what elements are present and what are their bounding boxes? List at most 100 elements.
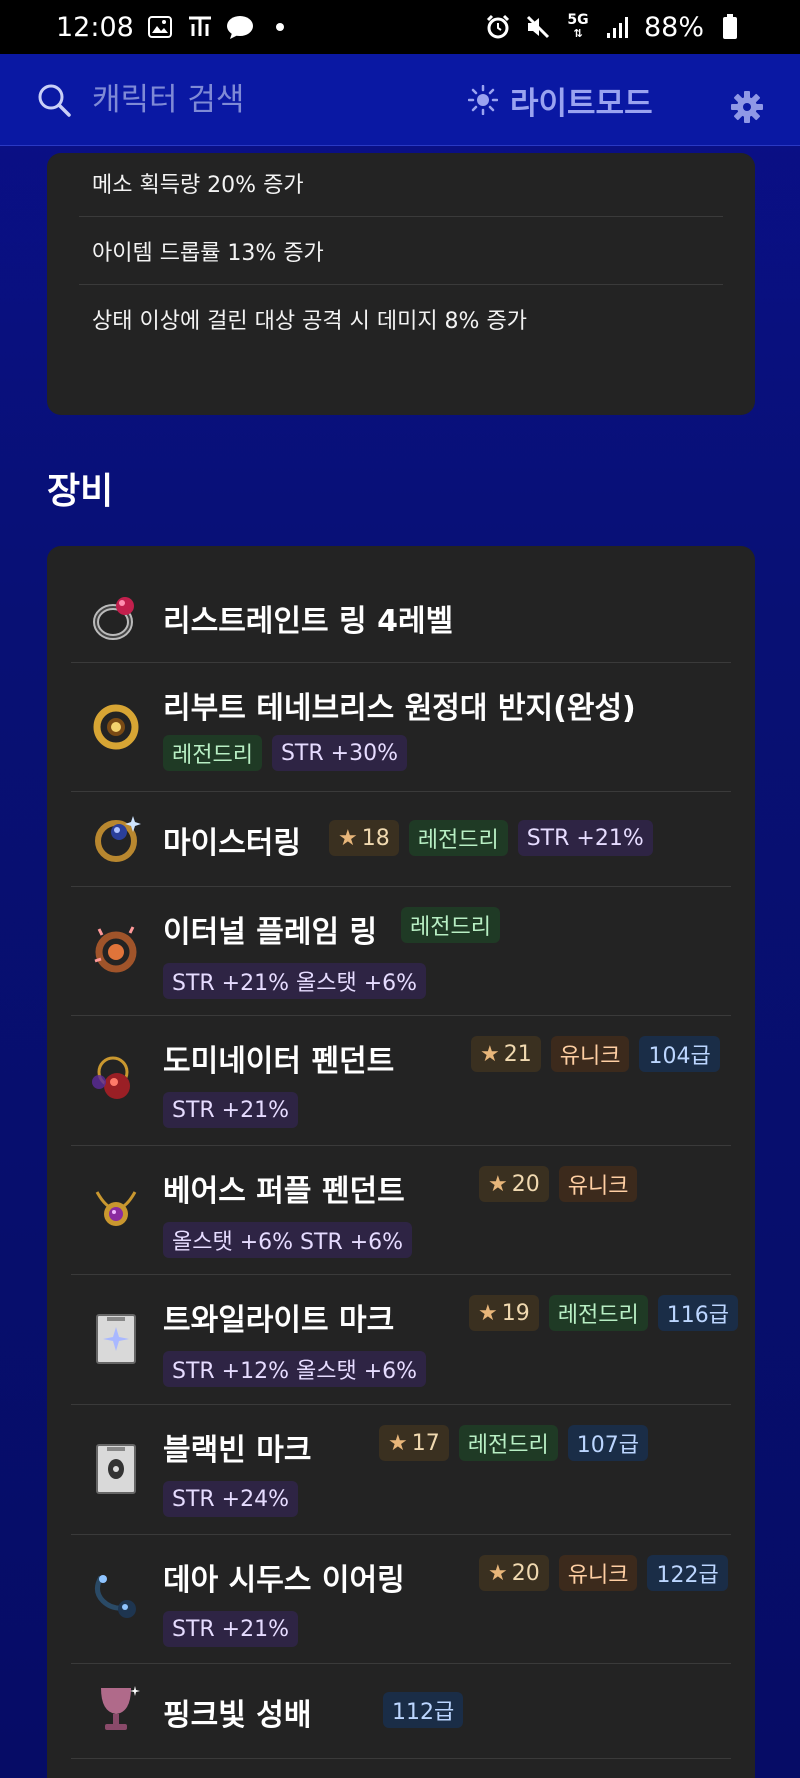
dot-icon bbox=[266, 13, 294, 41]
grade-badge: 레전드리 bbox=[401, 907, 500, 943]
chalice-icon bbox=[101, 1686, 140, 1730]
stat-text: 메소 획득량 20% 증가 bbox=[92, 172, 304, 198]
star-count: 17 bbox=[411, 1430, 440, 1456]
app-bar: 라이트모드 bbox=[0, 54, 800, 146]
item-name: 도미네이터 펜던트 bbox=[163, 1044, 395, 1079]
pendant-icon bbox=[92, 1056, 130, 1099]
star-icon: ★ bbox=[388, 1430, 408, 1456]
equipment-item[interactable]: 블랙빈 마크 ★ 17 레전드리 107급 STR +24% bbox=[71, 1405, 731, 1535]
star-badge: ★ 21 bbox=[471, 1036, 541, 1072]
star-badge: ★ 20 bbox=[479, 1166, 549, 1202]
item-stat-tags: STR +21% bbox=[163, 1611, 299, 1647]
grade-badge: 레전드리 bbox=[458, 1425, 558, 1461]
search-input[interactable] bbox=[92, 74, 422, 126]
gear-icon[interactable] bbox=[730, 90, 764, 124]
item-name: 마이스터링 bbox=[163, 826, 301, 861]
item-name: 리스트레인트 링 4레벨 bbox=[163, 604, 454, 639]
equipment-item[interactable]: 베어스 퍼플 펜던트 ★ 20 유니크 올스탯 +6% STR +6% bbox=[71, 1146, 731, 1275]
stat-text: 아이템 드롭률 13% 증가 bbox=[92, 240, 324, 266]
item-name: 베어스 퍼플 펜던트 bbox=[163, 1174, 405, 1209]
star-badge: ★ 19 bbox=[469, 1295, 539, 1331]
item-tags: ★ 18 레전드리 STR +21% bbox=[329, 820, 653, 856]
item-tags: ★ 21 유니크 104급 bbox=[471, 1036, 720, 1072]
battery-icon bbox=[716, 13, 744, 41]
stat-row: 메소 획득량 20% 증가 bbox=[79, 149, 723, 217]
grade-badge: 유니크 bbox=[550, 1036, 630, 1072]
flame-ring-icon bbox=[94, 926, 137, 973]
item-stat-tags: 올스탯 +6% STR +6% bbox=[163, 1222, 413, 1258]
item-stat-tags: STR +21% 올스탯 +6% bbox=[163, 963, 427, 999]
meister-ring-icon bbox=[95, 816, 141, 862]
star-count: 20 bbox=[511, 1171, 540, 1197]
item-tags: ★ 20 유니크 bbox=[479, 1166, 638, 1202]
signal-icon bbox=[604, 13, 632, 41]
chat-bubble-icon bbox=[226, 13, 254, 41]
item-stat-tags: STR +21% bbox=[163, 1092, 299, 1128]
level-badge: 112급 bbox=[383, 1692, 464, 1728]
item-tags: ★ 20 유니크 122급 bbox=[479, 1555, 728, 1591]
star-icon: ★ bbox=[480, 1041, 500, 1067]
item-name: 블랙빈 마크 bbox=[163, 1433, 312, 1468]
equipment-item[interactable]: 마이스터링 ★ 18 레전드리 STR +21% bbox=[71, 792, 731, 887]
stat-badge: STR +21% bbox=[517, 820, 653, 856]
search-icon[interactable] bbox=[36, 82, 72, 118]
item-name: 이터널 플레임 링 bbox=[163, 915, 378, 950]
equipment-card: 리스트레인트 링 4레벨 리부트 테네브리스 원정대 반지(완성) 레전드리 S… bbox=[47, 546, 755, 1778]
light-mode-toggle[interactable]: 라이트모드 bbox=[468, 76, 653, 124]
equipment-item[interactable]: 도미네이터 펜던트 ★ 21 유니크 104급 STR +21% bbox=[71, 1016, 731, 1146]
grade-badge: 레전드리 bbox=[408, 820, 508, 856]
stat-badge: STR +21% bbox=[163, 1092, 299, 1128]
network-label: 5G bbox=[567, 12, 589, 28]
grade-badge: 레전드리 bbox=[548, 1295, 648, 1331]
item-tags: 레전드리 STR +30% bbox=[163, 735, 407, 771]
level-badge: 116급 bbox=[657, 1295, 738, 1331]
equipment-item[interactable]: 리부트 테네브리스 원정대 반지(완성) 레전드리 STR +30% bbox=[71, 663, 731, 792]
stat-row: 아이템 드롭률 13% 증가 bbox=[79, 217, 723, 285]
set-effect-card: 메소 획득량 20% 증가 아이템 드롭률 13% 증가 상태 이상에 걸린 대… bbox=[47, 153, 755, 415]
stat-row: 상태 이상에 걸린 대상 공격 시 데미지 8% 증가 bbox=[79, 285, 723, 353]
level-badge: 122급 bbox=[647, 1555, 728, 1591]
item-name: 리부트 테네브리스 원정대 반지(완성) bbox=[163, 691, 636, 726]
star-count: 20 bbox=[511, 1560, 540, 1586]
status-bar: 12:08 5G ⇅ 88% bbox=[0, 0, 800, 54]
equipment-item[interactable]: 이터널 플레임 링 레전드리 STR +21% 올스탯 +6% bbox=[71, 887, 731, 1016]
equipment-section-title: 장비 bbox=[47, 471, 114, 512]
earring-icon bbox=[95, 1575, 136, 1618]
item-stat-tags: STR +12% 올스탯 +6% bbox=[163, 1351, 427, 1387]
item-name: 데아 시두스 이어링 bbox=[163, 1563, 405, 1598]
star-icon: ★ bbox=[488, 1560, 508, 1586]
app-t-icon bbox=[186, 13, 214, 41]
stat-badge: 올스탯 +6% STR +6% bbox=[163, 1222, 413, 1258]
equipment-item[interactable]: 핑크빛 성배 112급 bbox=[71, 1664, 731, 1759]
network-5g-icon: 5G ⇅ bbox=[567, 12, 589, 40]
star-icon: ★ bbox=[338, 825, 358, 851]
mark-icon bbox=[96, 1314, 136, 1364]
star-count: 21 bbox=[503, 1041, 532, 1067]
star-icon: ★ bbox=[488, 1171, 508, 1197]
grade-badge: 유니크 bbox=[558, 1166, 638, 1202]
stat-badge: STR +12% 올스탯 +6% bbox=[163, 1351, 427, 1387]
equipment-item[interactable]: 리스트레인트 링 4레벨 bbox=[71, 546, 731, 663]
gallery-icon bbox=[146, 13, 174, 41]
mute-icon bbox=[524, 13, 552, 41]
star-icon: ★ bbox=[478, 1300, 498, 1326]
item-tags: ★ 19 레전드리 116급 bbox=[469, 1295, 738, 1331]
equipment-item[interactable]: 트와일라이트 마크 ★ 19 레전드리 116급 STR +12% 올스탯 +6% bbox=[71, 1275, 738, 1405]
item-tags: 112급 bbox=[383, 1692, 464, 1728]
star-badge: ★ 17 bbox=[379, 1425, 449, 1461]
stat-badge: STR +21% 올스탯 +6% bbox=[163, 963, 427, 999]
battery-percent: 88% bbox=[643, 11, 704, 43]
item-name: 트와일라이트 마크 bbox=[163, 1303, 395, 1338]
sun-icon bbox=[468, 85, 498, 115]
alarm-icon bbox=[484, 13, 512, 41]
grade-badge: 레전드리 bbox=[163, 735, 262, 771]
item-tags: 레전드리 bbox=[401, 907, 500, 943]
ring-icon bbox=[93, 597, 134, 640]
gold-ring-icon bbox=[93, 704, 139, 750]
purple-pendant-icon bbox=[95, 1191, 137, 1226]
grade-badge: 유니크 bbox=[558, 1555, 638, 1591]
item-stat-tags: STR +24% bbox=[163, 1481, 299, 1517]
star-badge: ★ 20 bbox=[479, 1555, 549, 1591]
star-count: 18 bbox=[361, 825, 390, 851]
equipment-item[interactable]: 데아 시두스 이어링 ★ 20 유니크 122급 STR +21% bbox=[71, 1535, 731, 1664]
